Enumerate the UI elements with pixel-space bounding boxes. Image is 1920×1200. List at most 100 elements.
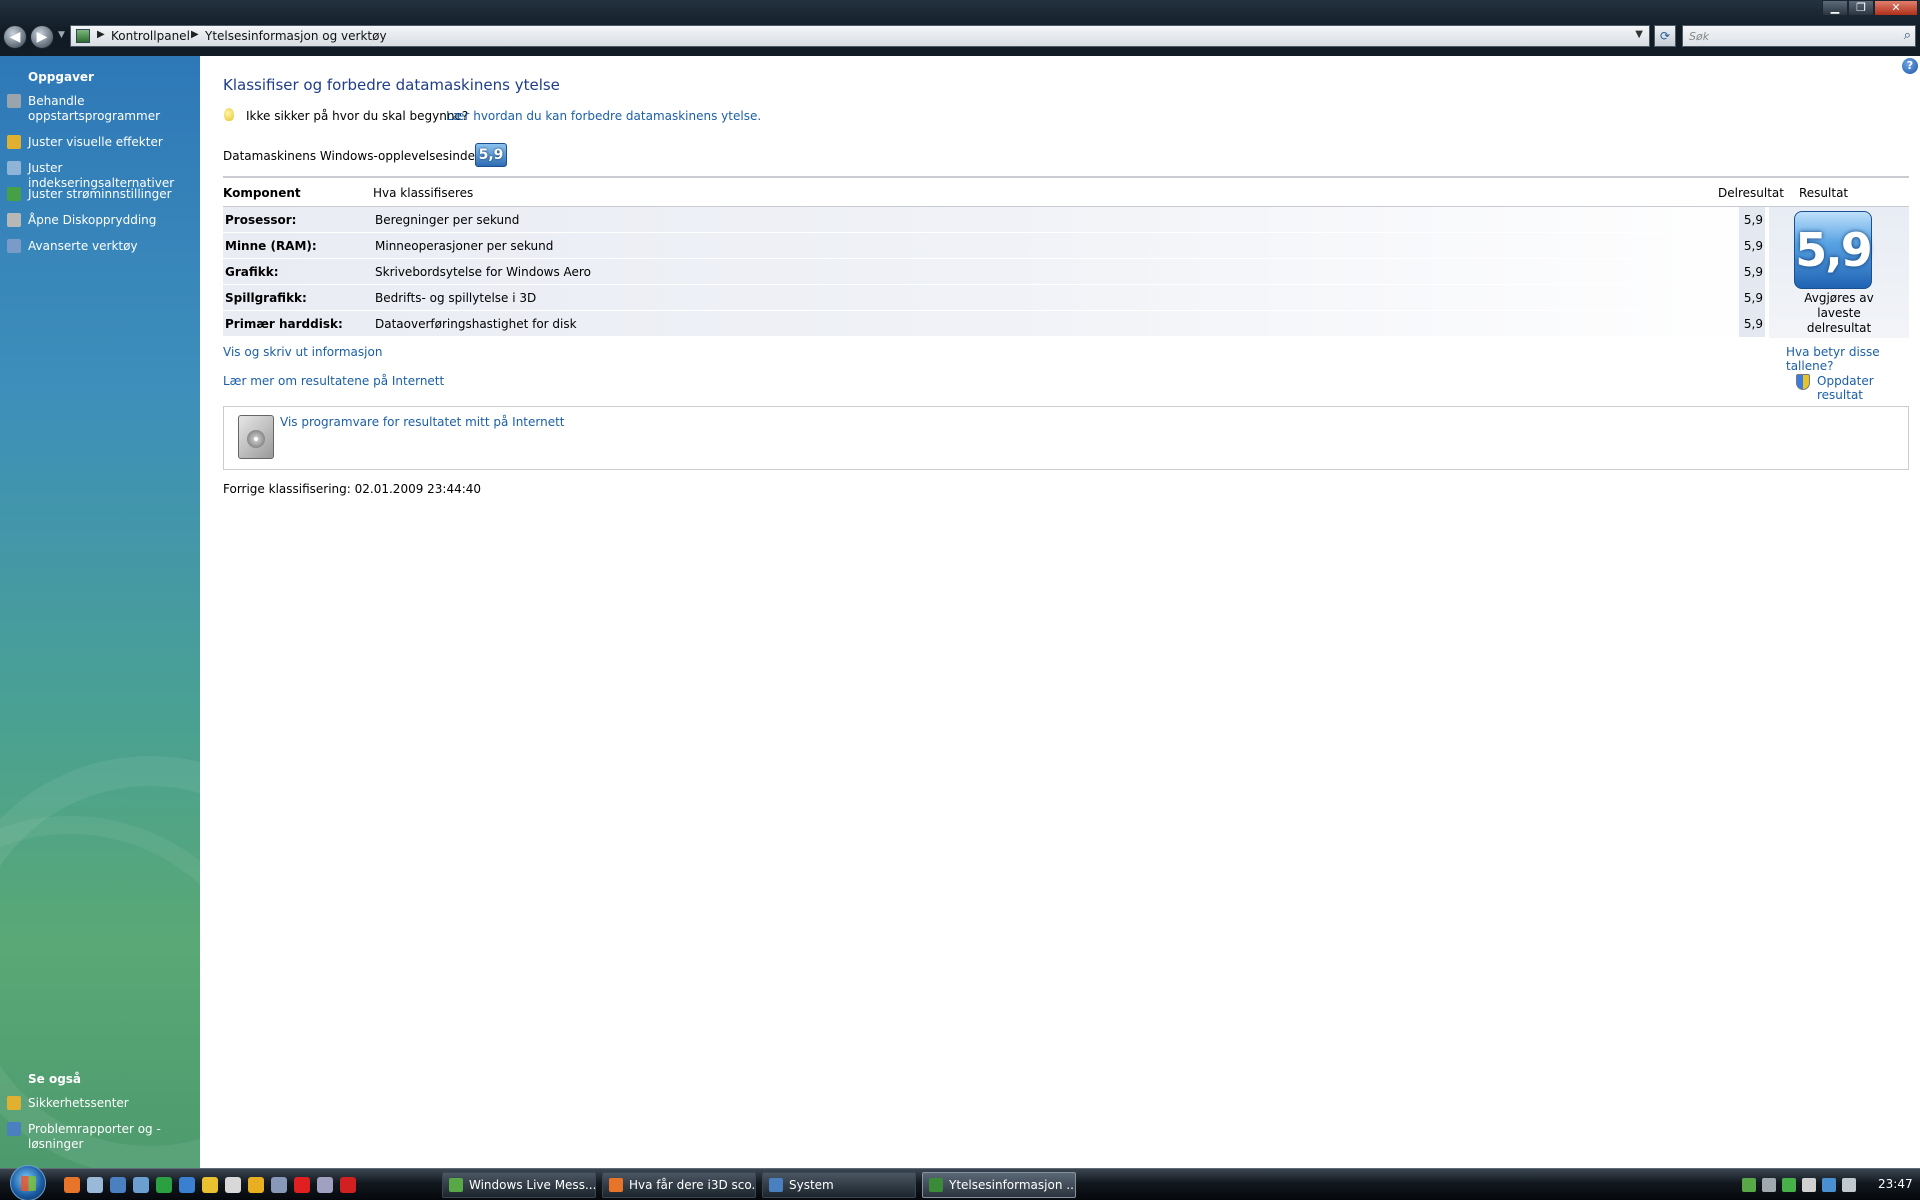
close-button[interactable]: ✕ (1874, 0, 1918, 16)
breadcrumb-separator-icon[interactable]: ▶ (191, 29, 199, 40)
start-button[interactable] (10, 1165, 46, 1200)
main-content: ? Klassifiser og forbedre datamaskinens … (200, 56, 1920, 1168)
tools-icon[interactable] (271, 1177, 287, 1193)
startup-programs-icon (7, 94, 21, 108)
messenger-tray-icon[interactable] (1742, 1178, 1756, 1192)
sidebar-item-visual-effects[interactable]: Juster visuelle effekter (28, 135, 196, 150)
table-row: Minne (RAM): Minneoperasjoner per sekund… (223, 233, 1769, 259)
breadcrumb-performance[interactable]: Ytelsesinformasjon og verktøy (205, 29, 387, 43)
view-software-link[interactable]: Vis programvare for resultatet mitt på I… (280, 415, 565, 429)
breadcrumb-separator-icon[interactable]: ▶ (97, 29, 105, 40)
explorer-icon[interactable] (87, 1177, 103, 1193)
result-cell: 5,9 Avgjøres av laveste delresultat (1769, 207, 1909, 338)
minimize-button[interactable]: ▁ (1822, 0, 1848, 16)
task-label: Ytelsesinformasjon ... (949, 1178, 1076, 1192)
component-name: Grafikk: (225, 265, 279, 279)
score-table: Prosessor: Beregninger per sekund 5,9 Mi… (223, 206, 1909, 338)
column-header-result: Resultat (1799, 186, 1849, 200)
view-print-info-link[interactable]: Vis og skriv ut informasjon (223, 345, 382, 359)
table-row: Grafikk: Skrivebordsytelse for Windows A… (223, 259, 1769, 285)
see-also-heading: Se også (28, 1072, 82, 1086)
gmail-icon[interactable] (294, 1177, 310, 1193)
subscore-value: 5,9 (1739, 259, 1765, 285)
system-icon (769, 1178, 783, 1192)
experience-index-label: Datamaskinens Windows-opplevelsesindeks … (223, 149, 505, 163)
firefox-icon[interactable] (64, 1177, 80, 1193)
component-name: Primær harddisk: (225, 317, 343, 331)
component-name: Minne (RAM): (225, 239, 317, 253)
system-tray: 23:47 (1736, 1172, 1920, 1198)
search-icon[interactable]: ⌕ (1904, 28, 1911, 43)
messenger-icon (449, 1178, 463, 1192)
switch-windows-icon[interactable] (133, 1177, 149, 1193)
status-icon[interactable] (1782, 1178, 1796, 1192)
component-description: Skrivebordsytelse for Windows Aero (375, 265, 591, 279)
clock[interactable]: 23:47 (1878, 1177, 1913, 1191)
breadcrumb-control-panel[interactable]: Kontrollpanel (111, 29, 190, 43)
sidebar-item-advanced-tools[interactable]: Avanserte verktøy (28, 239, 196, 254)
app-icon[interactable] (156, 1177, 172, 1193)
sidebar-item-power[interactable]: Juster strøminnstillinger (28, 187, 196, 202)
app-tray-icon[interactable] (1802, 1178, 1816, 1192)
folder-icon[interactable] (248, 1177, 264, 1193)
power-icon (7, 187, 21, 201)
taskbar-button-performance[interactable]: Ytelsesinformasjon ... (922, 1172, 1076, 1198)
component-description: Dataoverføringshastighet for disk (375, 317, 577, 331)
address-bar[interactable]: ▶ Kontrollpanel ▶ Ytelsesinformasjon og … (70, 25, 1650, 47)
media-icon[interactable] (225, 1177, 241, 1193)
experience-index-badge: 5,9 (475, 143, 507, 167)
task-label: System (789, 1178, 834, 1192)
component-description: Minneoperasjoner per sekund (375, 239, 554, 253)
uac-shield-icon (1796, 374, 1810, 390)
component-description: Bedrifts- og spillytelse i 3D (375, 291, 537, 305)
network-icon[interactable] (1762, 1178, 1776, 1192)
sidebar-item-problem-reports[interactable]: Problemrapporter og -løsninger (28, 1122, 196, 1152)
table-row: Spillgrafikk: Bedrifts- og spillytelse i… (223, 285, 1769, 311)
desktop-icon[interactable] (110, 1177, 126, 1193)
task-label: Windows Live Mess... (469, 1178, 596, 1192)
performance-icon (929, 1178, 943, 1192)
subscore-value: 5,9 (1739, 207, 1765, 233)
taskbar-button-firefox[interactable]: Hva får dere i3D sco... (602, 1172, 756, 1198)
volume-icon[interactable] (1842, 1178, 1856, 1192)
task-pane: Oppgaver Behandle oppstartsprogrammer Ju… (0, 56, 200, 1168)
winamp-icon[interactable] (202, 1177, 218, 1193)
improve-performance-link[interactable]: Lær hvordan du kan forbedre datamaskinen… (446, 109, 761, 123)
page-title: Klassifiser og forbedre datamaskinens yt… (223, 76, 560, 94)
help-icon[interactable]: ? (1902, 58, 1918, 74)
base-score-badge: 5,9 (1794, 211, 1873, 289)
lightbulb-icon (224, 108, 234, 121)
component-name: Spillgrafikk: (225, 291, 307, 305)
recent-pages-chevron-icon[interactable]: ▼ (58, 30, 65, 40)
sidebar-item-security-center[interactable]: Sikkerhetssenter (28, 1096, 196, 1111)
sidebar-item-startup-programs[interactable]: Behandle oppstartsprogrammer (28, 94, 196, 124)
what-mean-link[interactable]: Hva betyr disse tallene? (1786, 345, 1920, 373)
maximize-button[interactable]: ❐ (1848, 0, 1874, 16)
table-row: Primær harddisk: Dataoverføringshastighe… (223, 311, 1769, 337)
forward-button[interactable]: ▶ (30, 25, 54, 49)
task-label: Hva får dere i3D sco... (629, 1178, 756, 1192)
subscore-value: 5,9 (1739, 233, 1765, 259)
column-header-component: Komponent (223, 186, 301, 200)
back-button[interactable]: ◀ (3, 25, 27, 49)
subscore-value: 5,9 (1739, 311, 1765, 337)
taskbar-button-system[interactable]: System (762, 1172, 916, 1198)
ie-icon[interactable] (179, 1177, 195, 1193)
bluetooth-icon[interactable] (1822, 1178, 1836, 1192)
headphones-icon[interactable] (317, 1177, 333, 1193)
column-header-what: Hva klassifiseres (373, 186, 474, 200)
antivirus-icon[interactable] (340, 1177, 356, 1193)
sidebar-item-disk-cleanup[interactable]: Åpne Diskopprydding (28, 213, 196, 228)
address-dropdown-icon[interactable]: ▼ (1635, 29, 1643, 40)
update-score-link[interactable]: Oppdater resultat (1817, 374, 1920, 402)
taskbar-button-messenger[interactable]: Windows Live Mess... (442, 1172, 596, 1198)
component-description: Beregninger per sekund (375, 213, 520, 227)
shield-icon (7, 135, 21, 149)
search-placeholder: Søk (1689, 30, 1710, 43)
security-center-icon (7, 1096, 21, 1110)
software-box-icon (238, 415, 274, 459)
learn-more-link[interactable]: Lær mer om resultatene på Internett (223, 374, 444, 388)
software-panel: Vis programvare for resultatet mitt på I… (223, 406, 1909, 470)
search-input[interactable]: Søk ⌕ (1682, 25, 1916, 47)
refresh-button[interactable]: ⟳ (1654, 25, 1676, 47)
